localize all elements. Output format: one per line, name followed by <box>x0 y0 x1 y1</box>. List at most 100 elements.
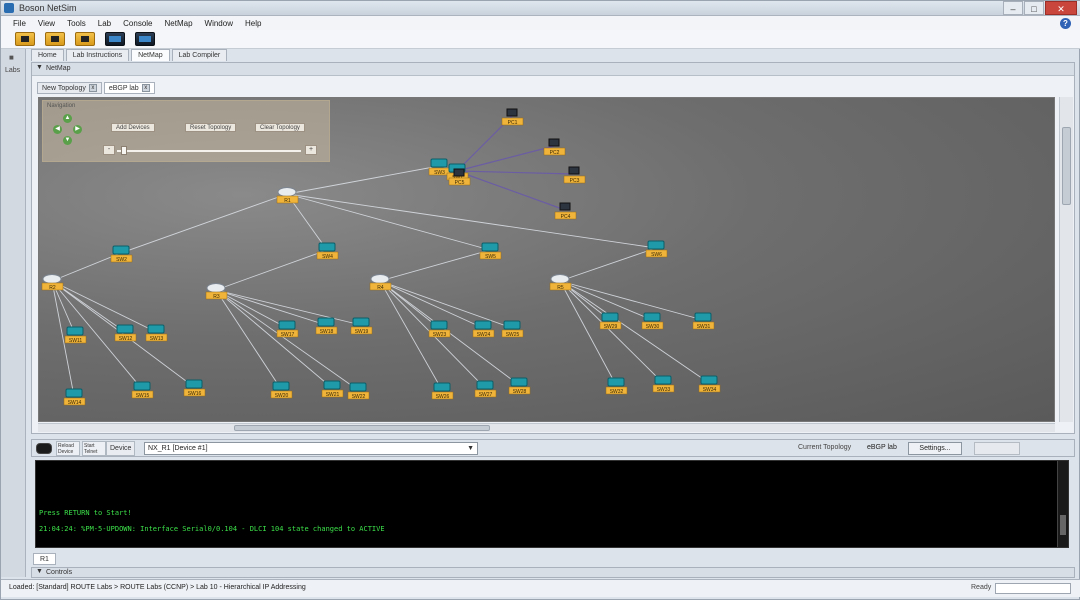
close-tab-icon[interactable]: x <box>88 84 97 92</box>
minimize-button[interactable]: – <box>1003 1 1023 15</box>
menu-window[interactable]: Window <box>199 19 239 28</box>
switch-node-d6[interactable]: SW34 <box>698 375 721 393</box>
switch-node-d3[interactable]: SW31 <box>692 312 715 330</box>
save-folder-icon[interactable] <box>75 32 95 46</box>
menu-lab[interactable]: Lab <box>92 19 117 28</box>
settings-button[interactable]: Settings... <box>908 442 962 455</box>
switch-node-c4[interactable]: SW26 <box>431 382 454 400</box>
console-icon <box>36 443 52 454</box>
tab-lab-compiler[interactable]: Lab Compiler <box>171 49 228 61</box>
menu-help[interactable]: Help <box>239 19 267 28</box>
switch-node-a6[interactable]: SW16 <box>183 379 206 397</box>
router-node-r4[interactable]: R4 <box>369 274 392 291</box>
left-strip-label[interactable]: Labs <box>5 67 20 74</box>
menu-view[interactable]: View <box>32 19 61 28</box>
switch-node-b2[interactable]: SW18 <box>315 317 338 335</box>
clear-topology-button[interactable]: Clear Topology <box>255 123 305 132</box>
close-tab-icon[interactable]: x <box>141 84 150 92</box>
switch-node-d5[interactable]: SW33 <box>652 375 675 393</box>
switch-node-sw5[interactable]: SW5 <box>479 242 502 260</box>
device-select[interactable]: NX_R1 [Device #1] ▼ <box>144 442 478 455</box>
topology-link <box>559 247 657 282</box>
pan-up-icon[interactable]: ▲ <box>63 114 72 123</box>
topology-canvas[interactable]: SW3SW1R1R2R3R4R5SW2SW4SW5SW6PC1PC2PC3PC4… <box>38 97 1055 422</box>
router-node-r1[interactable]: R1 <box>276 187 299 204</box>
maximize-button[interactable]: □ <box>1024 1 1044 15</box>
tab-new-topology[interactable]: New Topology x <box>37 82 102 94</box>
switch-icon <box>654 375 672 385</box>
switch-node-d4[interactable]: SW32 <box>605 377 628 395</box>
switch-icon <box>66 326 84 336</box>
menu-tools[interactable]: Tools <box>61 19 92 28</box>
console-window-icon[interactable] <box>105 32 125 46</box>
switch-node-c2[interactable]: SW24 <box>472 320 495 338</box>
node-label: SW30 <box>646 324 660 330</box>
pan-down-icon[interactable]: ▼ <box>63 136 72 145</box>
close-button[interactable]: ✕ <box>1045 1 1077 15</box>
switch-node-a1[interactable]: SW11 <box>64 326 87 344</box>
collapse-icon[interactable]: ▼ <box>36 64 43 71</box>
switch-node-b5[interactable]: SW21 <box>321 380 344 398</box>
zoom-in-button[interactable]: + <box>305 145 317 155</box>
pc-node-pc4[interactable]: PC4 <box>554 202 577 220</box>
canvas-horizontal-scrollbar[interactable] <box>38 423 1055 432</box>
switch-node-b4[interactable]: SW20 <box>270 381 293 399</box>
chevron-down-icon[interactable]: ▼ <box>467 443 474 454</box>
switch-node-c6[interactable]: SW28 <box>508 377 531 395</box>
switch-node-a3[interactable]: SW13 <box>145 324 168 342</box>
netmap-window-icon[interactable] <box>135 32 155 46</box>
reload-device-button[interactable]: Reload Device <box>56 441 80 456</box>
node-label: PC5 <box>455 180 465 186</box>
terminal-scroll-thumb[interactable] <box>1060 515 1066 535</box>
pan-right-icon[interactable]: ▶ <box>73 125 82 134</box>
router-node-r5[interactable]: R5 <box>549 274 572 291</box>
menu-console[interactable]: Console <box>117 19 158 28</box>
switch-node-sw4[interactable]: SW4 <box>316 242 339 260</box>
tab-ebgp-lab[interactable]: eBGP lab x <box>103 82 155 94</box>
start-telnet-button[interactable]: Start Telnet <box>82 441 106 456</box>
switch-icon <box>278 320 296 330</box>
switch-node-d2[interactable]: SW30 <box>641 312 664 330</box>
switch-icon <box>317 317 335 327</box>
zoom-slider-thumb[interactable] <box>121 146 127 155</box>
pin-icon[interactable]: ■ <box>9 53 14 62</box>
switch-node-sw2[interactable]: SW2 <box>110 245 133 263</box>
tab-console-r1[interactable]: R1 <box>33 553 56 565</box>
app-logo-icon <box>4 3 14 13</box>
open-lab-icon[interactable] <box>15 32 35 46</box>
switch-node-a5[interactable]: SW15 <box>131 381 154 399</box>
tab-home[interactable]: Home <box>31 49 64 61</box>
tab-lab-instructions[interactable]: Lab Instructions <box>65 49 130 61</box>
pc-node-pc3[interactable]: PC3 <box>563 166 586 184</box>
collapse-icon[interactable]: ▼ <box>36 568 43 575</box>
switch-node-a2[interactable]: SW12 <box>114 324 137 342</box>
switch-node-c3[interactable]: SW25 <box>501 320 524 338</box>
pc-node-pc1[interactable]: PC1 <box>501 108 524 126</box>
menu-file[interactable]: File <box>7 19 32 28</box>
switch-node-b3[interactable]: SW19 <box>350 317 373 335</box>
open-folder-icon[interactable] <box>45 32 65 46</box>
switch-node-b1[interactable]: SW17 <box>276 320 299 338</box>
router-node-r2[interactable]: R2 <box>41 274 64 291</box>
console-toolbar: Reload Device Start Telnet Device NX_R1 … <box>31 439 1075 457</box>
console-terminal[interactable]: Press RETURN to Start! 21:04:24: %PM-5-U… <box>35 460 1069 548</box>
switch-node-c5[interactable]: SW27 <box>474 380 497 398</box>
pan-left-icon[interactable]: ◀ <box>53 125 62 134</box>
switch-node-d1[interactable]: SW29 <box>599 312 622 330</box>
zoom-out-button[interactable]: - <box>103 145 115 155</box>
tab-netmap[interactable]: NetMap <box>131 49 170 61</box>
switch-node-sw6[interactable]: SW6 <box>645 240 668 258</box>
vertical-scroll-thumb[interactable] <box>1062 127 1071 205</box>
reset-topology-button[interactable]: Reset Topology <box>185 123 237 132</box>
add-devices-button[interactable]: Add Devices <box>111 123 155 132</box>
canvas-vertical-scrollbar[interactable] <box>1059 97 1073 422</box>
horizontal-scroll-thumb[interactable] <box>234 425 490 431</box>
help-icon[interactable]: ? <box>1060 18 1071 29</box>
menu-netmap[interactable]: NetMap <box>159 19 199 28</box>
switch-node-c1[interactable]: SW23 <box>428 320 451 338</box>
switch-node-a4[interactable]: SW14 <box>63 388 86 406</box>
terminal-scrollbar[interactable] <box>1057 461 1068 547</box>
switch-node-b6[interactable]: SW22 <box>347 382 370 400</box>
zoom-slider-track[interactable] <box>117 150 301 152</box>
switch-icon <box>476 380 494 390</box>
